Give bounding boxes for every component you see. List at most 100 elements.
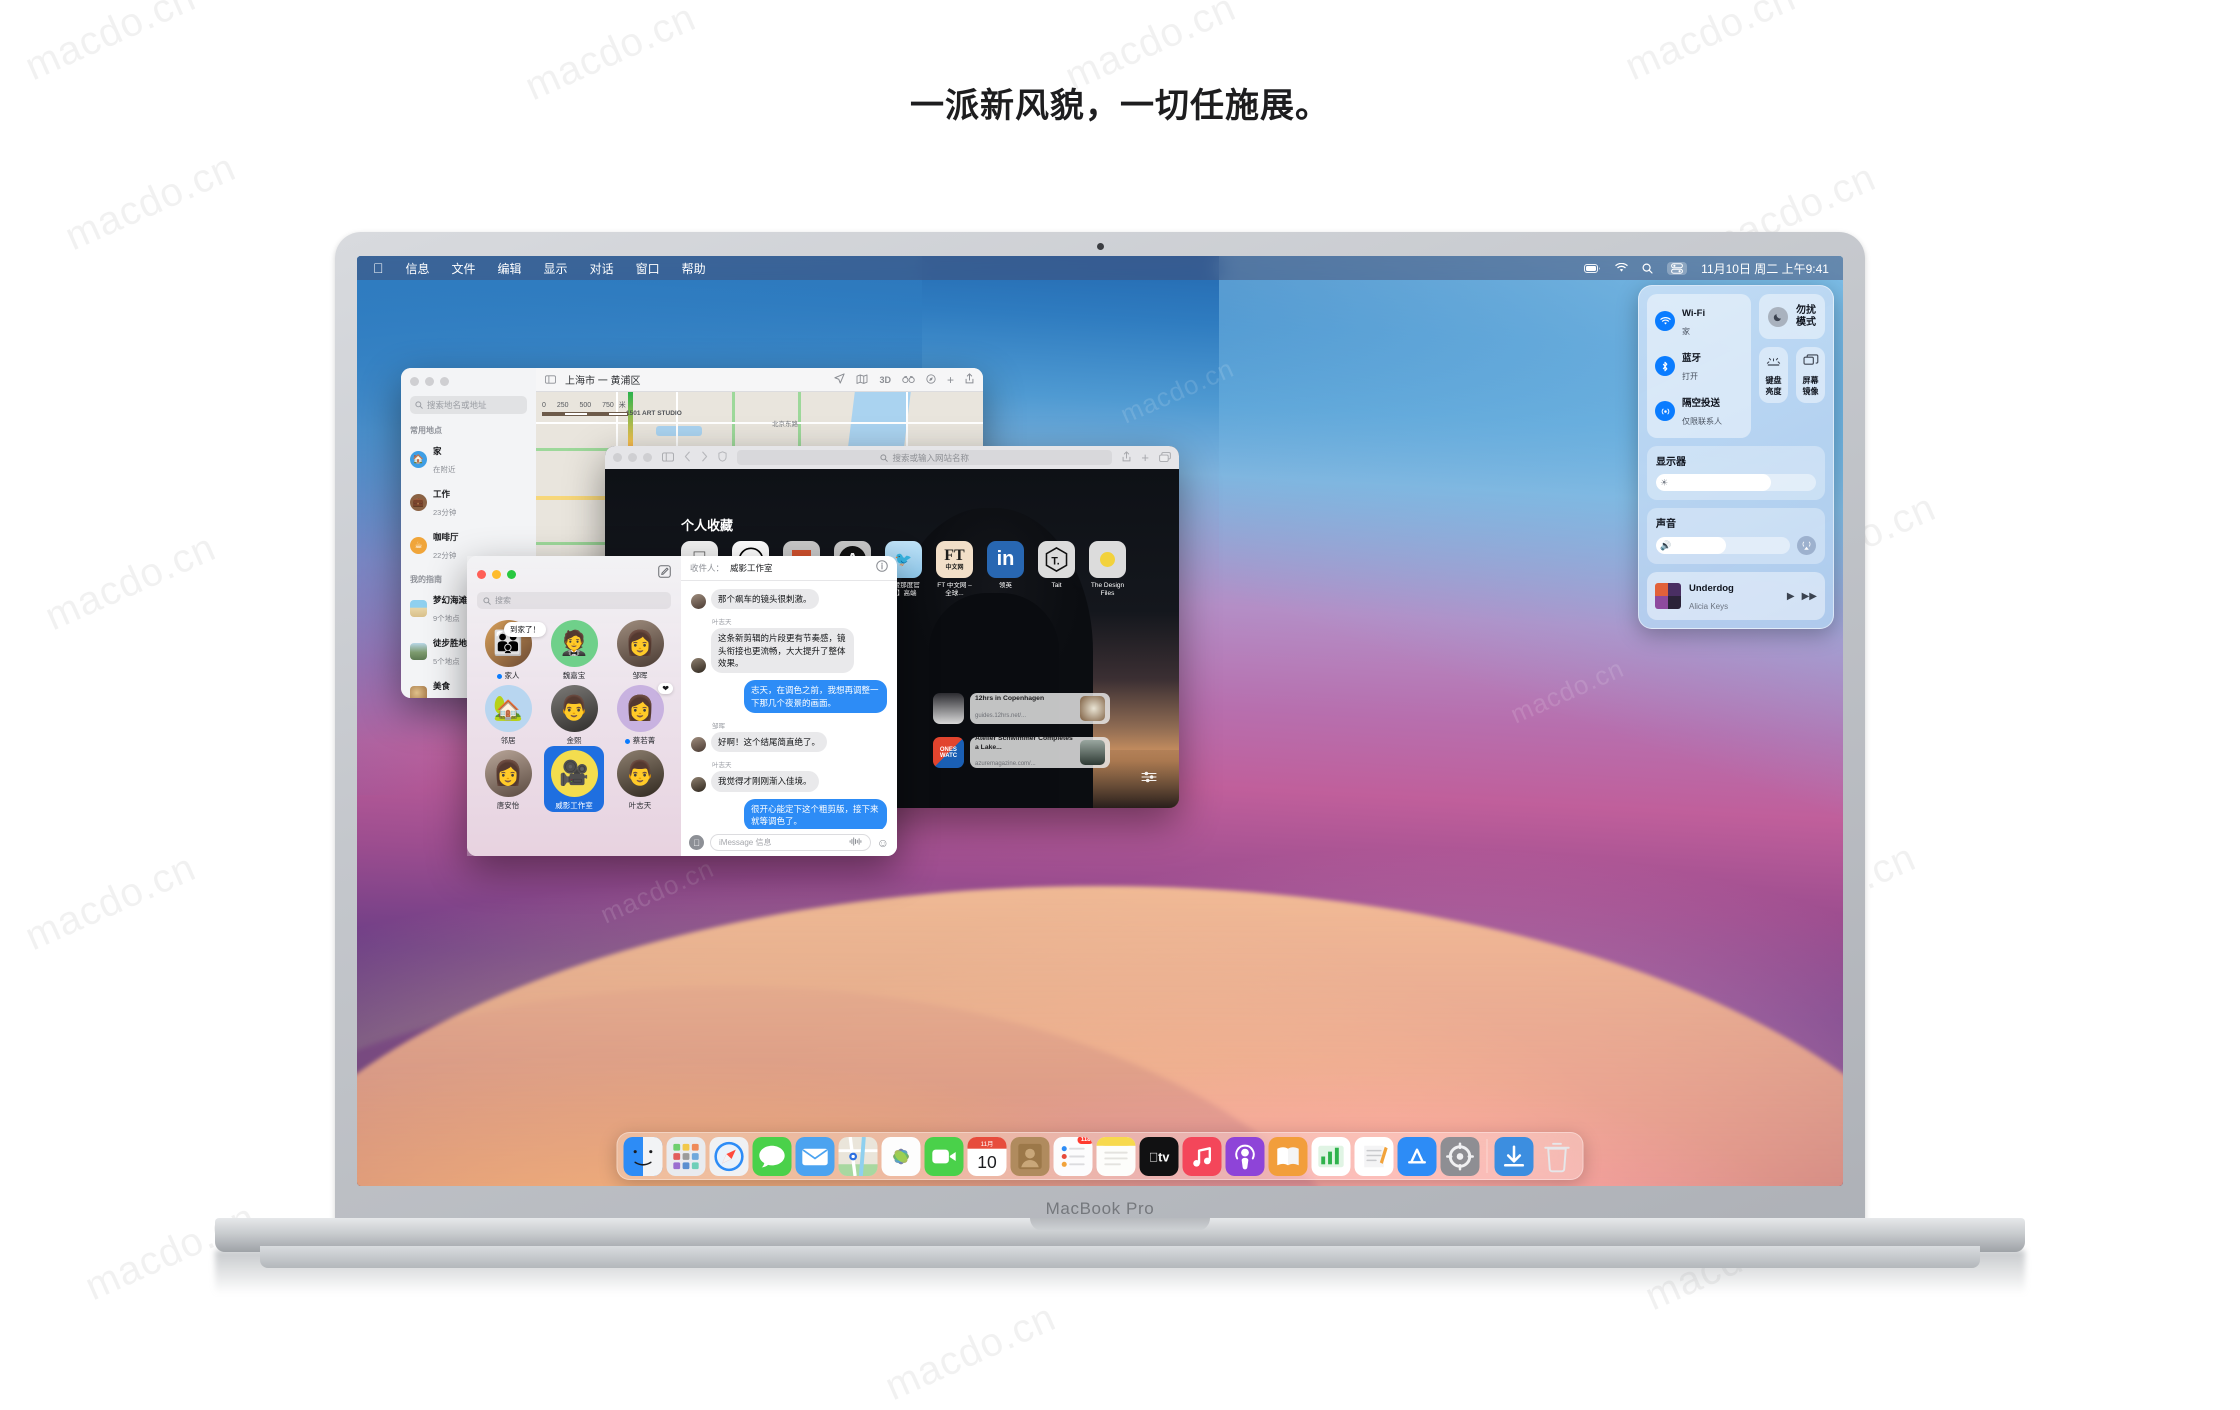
messages-window[interactable]: 搜索 👪 到家了！ 家人 🤵 魏嘉宝 👩 邹晖 🏡 邻居 👨 金熙 👩 ❤ 蔡若… [467,556,897,856]
app-store-icon[interactable]:  [689,835,704,850]
equalizer-icon[interactable] [1141,770,1157,789]
pinned-conversation-family[interactable]: 👪 到家了！ 家人 [477,620,546,681]
imessage-input[interactable]: iMessage 信息 [710,834,871,851]
compose-icon[interactable] [658,565,671,583]
control-now-playing[interactable]: Underdog Alicia Keys ▶ ▶▶ [1647,572,1825,620]
airplay-icon[interactable] [1797,536,1816,555]
message-bubble[interactable]: 我觉得才刚刚渐入佳境。 [711,771,819,792]
dock-item-contacts[interactable] [1010,1136,1050,1176]
favorite-ft-chinese[interactable]: FT 中文网 FT 中文网 – 全球... [936,541,973,598]
favorite-linkedin[interactable]: in 领英 [987,541,1024,598]
pinned-conversation-zouhui[interactable]: 👩 邹晖 [609,620,671,681]
maps-place-home[interactable]: 🏠 家 在附近 [410,441,527,477]
dock-item-calendar[interactable]: 11月 10 [967,1136,1007,1176]
dock-item-podcasts[interactable] [1225,1136,1265,1176]
control-screen-mirroring[interactable]: 屏幕镜像 [1796,347,1825,403]
dock-item-safari[interactable] [709,1136,749,1176]
search-icon[interactable] [1642,262,1653,274]
favorite-tait[interactable]: T. Tait [1038,541,1075,598]
message-bubble[interactable]: 这条新剪辑的片段更有节奏感，镜头衔接也更流畅，大大提升了整体效果。 [711,628,854,674]
control-keyboard-brightness[interactable]: 键盘亮度 [1759,347,1788,403]
sidebar-icon[interactable] [545,371,556,389]
reading-list-item[interactable]: ONES WATC Atelier Schwimmer Completes a L… [933,735,1110,768]
maps-traffic-lights[interactable] [410,377,527,386]
pinned-conversation-tanganyi[interactable]: 👩 唐安怡 [477,750,539,811]
map-3d-button[interactable]: 3D [879,375,891,385]
add-icon[interactable]: + [947,374,954,386]
menu-item-file[interactable]: 文件 [441,260,487,277]
new-tab-icon[interactable]: + [1141,451,1149,464]
pinned-conversation-jinxi[interactable]: 👨 金熙 [543,685,605,746]
apple-menu-icon[interactable]:  [367,261,395,275]
info-icon[interactable] [876,559,888,577]
menu-item-edit[interactable]: 编辑 [487,260,533,277]
dock-item-pages[interactable] [1354,1136,1394,1176]
menu-bar-clock[interactable]: 11月10日 周二 上午9:41 [1701,260,1829,277]
menu-item-help[interactable]: 帮助 [671,260,717,277]
maps-place-work[interactable]: 💼 工作 23分钟 [410,484,527,520]
pinned-conversation-weiying-studio[interactable]: 🎥 威影工作室 [543,746,605,812]
control-do-not-disturb[interactable]: 勿扰模式 [1759,294,1825,339]
compass-icon[interactable] [926,371,936,389]
control-wifi[interactable]: Wi-Fi 家 [1655,303,1743,339]
play-button[interactable]: ▶ [1787,591,1795,602]
share-icon[interactable] [1122,449,1131,467]
menu-item-view[interactable]: 显示 [533,260,579,277]
maps-search-input[interactable]: 搜索地名或地址 [410,396,527,414]
control-airdrop[interactable]: 隔空投送 仅限联系人 [1655,393,1743,429]
message-bubble[interactable]: 志天，在调色之前，我想再调整一下那几个夜景的画面。 [744,680,887,713]
safari-address-bar[interactable]: 搜索或输入网站名称 [737,450,1113,465]
emoji-icon[interactable]: ☺ [877,836,889,850]
volume-slider[interactable]: 🔊 [1656,537,1790,554]
safari-traffic-lights[interactable] [613,453,652,462]
audio-icon[interactable] [849,837,862,848]
dock-item-reminders[interactable]: 118 [1053,1136,1093,1176]
menu-item-conversation[interactable]: 对话 [579,260,625,277]
message-bubble[interactable]: 那个飙车的镜头很刺激。 [711,589,819,610]
dock-item-messages[interactable] [752,1136,792,1176]
favorite-the-design-files[interactable]: The Design Files [1089,541,1126,598]
dock-item-books[interactable] [1268,1136,1308,1176]
locate-icon[interactable] [834,371,846,389]
message-bubble[interactable]: 很开心能定下这个粗剪版，接下来就等调色了。 [744,798,887,829]
dock-item-trash[interactable] [1538,1137,1577,1176]
dock-item-launchpad[interactable] [666,1136,706,1176]
wifi-icon[interactable] [1615,263,1628,273]
control-center-icon[interactable] [1667,261,1688,275]
map-style-icon[interactable] [856,371,868,389]
dock-item-finder[interactable] [623,1136,663,1176]
pinned-conversation-weijiabao[interactable]: 🤵 魏嘉宝 [543,620,605,681]
dock-item-maps[interactable] [838,1136,878,1176]
dock-item-numbers[interactable] [1311,1136,1351,1176]
pinned-conversation-cairuojing[interactable]: 👩 ❤ 蔡若菁 [609,683,673,746]
sidebar-icon[interactable] [662,449,674,467]
pinned-conversation-yezhitian[interactable]: 👨 叶志天 [609,750,671,811]
messages-traffic-lights[interactable] [477,569,516,579]
menu-item-messages[interactable]: 信息 [395,260,441,277]
dock-item-music[interactable] [1182,1136,1222,1176]
pinned-conversation-neighbors[interactable]: 🏡 邻居 [477,685,539,746]
menu-item-window[interactable]: 窗口 [625,260,671,277]
control-bluetooth[interactable]: 蓝牙 打开 [1655,348,1743,384]
share-icon[interactable] [965,371,974,389]
shield-icon[interactable] [718,449,727,467]
messages-search-input[interactable]: 搜索 [477,592,671,609]
dock-item-downloads[interactable] [1494,1136,1534,1176]
dock-item-app-store[interactable] [1397,1136,1437,1176]
reading-list-item[interactable]: 12hrs in Copenhagen guides.12hrs.net/... [933,693,1110,724]
next-button[interactable]: ▶▶ [1802,591,1817,602]
look-around-icon[interactable] [902,371,915,389]
brightness-slider[interactable]: ☀ [1656,474,1816,491]
dock-item-photos[interactable] [881,1136,921,1176]
message-bubble[interactable]: 好啊！这个结尾简直绝了。 [711,731,828,753]
battery-icon[interactable] [1584,263,1601,273]
dock-item-mail[interactable] [795,1136,835,1176]
dock-item-notes[interactable] [1096,1136,1136,1176]
dock-item-facetime[interactable] [924,1136,964,1176]
dock-item-apple-tv[interactable]: tv [1139,1136,1179,1176]
back-icon[interactable] [684,449,691,467]
recipient-name[interactable]: 威影工作室 [730,562,773,574]
dock-item-system-preferences[interactable] [1440,1136,1480,1176]
tab-overview-icon[interactable] [1159,449,1171,467]
forward-icon[interactable] [701,449,708,467]
